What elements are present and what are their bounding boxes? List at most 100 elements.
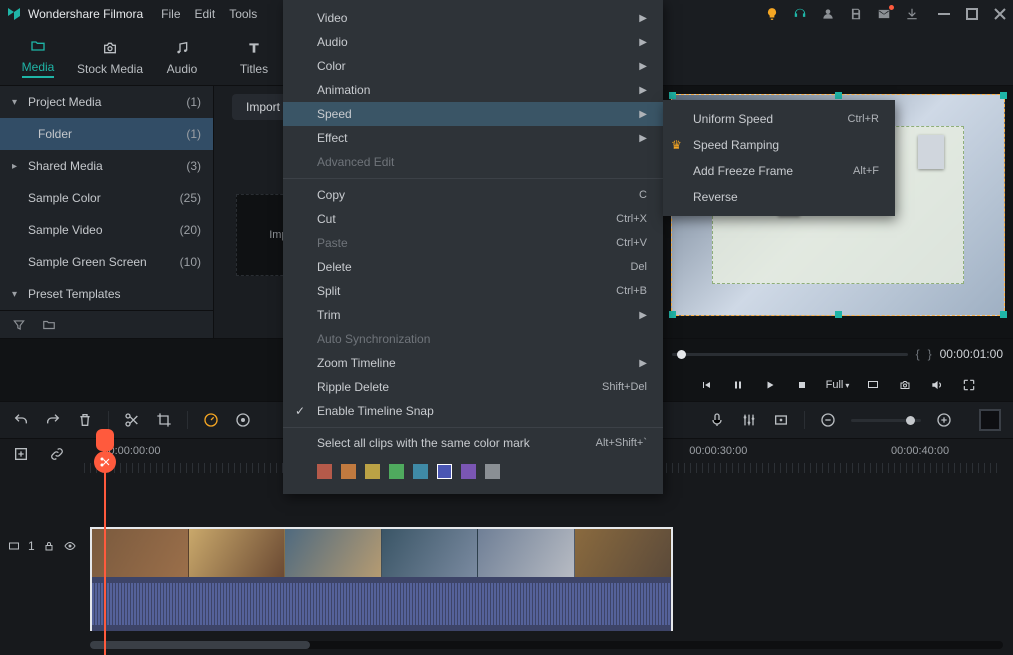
sidebar-item-folder[interactable]: Folder (1) [0,118,213,150]
add-track-button[interactable] [12,445,30,463]
chevron-right-icon: ▶ [639,109,647,120]
marker-button[interactable] [772,411,790,429]
delete-button[interactable] [76,411,94,429]
track-visibility-icon[interactable] [63,540,77,552]
split-button[interactable] [123,411,141,429]
sidebar-item-shared-media[interactable]: ▸ Shared Media (3) [0,150,213,182]
undo-button[interactable] [12,411,30,429]
headphones-icon[interactable] [793,7,807,21]
color-swatch[interactable] [485,464,500,479]
crop-button[interactable] [155,411,173,429]
color-swatch[interactable] [437,464,452,479]
zoom-in-button[interactable] [935,411,953,429]
context-menu-item[interactable]: ✓Enable Timeline Snap [283,399,663,423]
context-menu-item[interactable]: CopyC [283,183,663,207]
menubar-edit[interactable]: Edit [195,7,216,21]
menu-item-label: Enable Timeline Snap [317,404,647,418]
menubar-tools[interactable]: Tools [229,7,257,21]
prev-frame-button[interactable] [698,377,714,393]
color-swatch[interactable] [461,464,476,479]
context-menu-item[interactable]: Audio▶ [283,30,663,54]
resize-handle[interactable] [835,311,842,318]
mail-icon[interactable] [877,7,891,21]
tab-titles[interactable]: Titles [218,38,290,76]
zoom-to-fit-button[interactable] [979,409,1001,431]
playhead-handle[interactable] [96,429,114,451]
submenu-item[interactable]: Uniform SpeedCtrl+R [663,106,895,132]
context-menu-item[interactable]: Effect▶ [283,126,663,150]
menubar-file[interactable]: File [161,7,180,21]
voiceover-button[interactable] [708,411,726,429]
chevron-right-icon: ▶ [639,310,647,321]
speed-button[interactable] [202,411,220,429]
context-menu-item[interactable]: SplitCtrl+B [283,279,663,303]
sidebar-item-sample-green[interactable]: Sample Green Screen (10) [0,246,213,278]
color-swatch[interactable] [389,464,404,479]
context-menu-item[interactable]: DeleteDel [283,255,663,279]
display-mode-button[interactable] [865,377,881,393]
color-swatch[interactable] [365,464,380,479]
color-button[interactable] [234,411,252,429]
tab-audio[interactable]: Audio [146,38,218,76]
submenu-item[interactable]: ♛Speed Ramping [663,132,895,158]
redo-button[interactable] [44,411,62,429]
zoom-slider[interactable] [851,419,921,422]
tab-media[interactable]: Media [2,36,74,78]
resize-handle[interactable] [1000,311,1007,318]
timeline[interactable]: 1 Wondershare Filmora 11 More [0,475,1013,655]
sidebar-item-project-media[interactable]: ▾ Project Media (1) [0,86,213,118]
context-menu-item[interactable]: CutCtrl+X [283,207,663,231]
play-pause-button[interactable] [730,377,746,393]
color-swatch[interactable] [341,464,356,479]
color-swatch[interactable] [413,464,428,479]
snapshot-button[interactable] [897,377,913,393]
submenu-item[interactable]: Add Freeze FrameAlt+F [663,158,895,184]
new-folder-icon[interactable] [42,318,56,332]
sidebar-item-sample-video[interactable]: Sample Video (20) [0,214,213,246]
context-menu-item[interactable]: Zoom Timeline▶ [283,351,663,375]
stop-button[interactable] [794,377,810,393]
save-icon[interactable] [849,7,863,21]
resize-handle[interactable] [669,311,676,318]
sidebar-count: (20) [180,223,201,237]
quality-dropdown[interactable]: Full ▾ [826,379,850,391]
track-lock-icon[interactable] [43,540,55,552]
audio-mixer-button[interactable] [740,411,758,429]
submenu-item[interactable]: Reverse [663,184,895,210]
context-menu-item[interactable]: Animation▶ [283,78,663,102]
fullscreen-button[interactable] [961,377,977,393]
brace-open: { [916,347,920,361]
context-menu-item[interactable]: Speed▶ [283,102,663,126]
sidebar-item-sample-color[interactable]: Sample Color (25) [0,182,213,214]
tab-stock-media[interactable]: Stock Media [74,38,146,76]
menu-item-label: Audio [317,35,631,49]
volume-button[interactable] [929,377,945,393]
resize-handle[interactable] [835,92,842,99]
context-menu-item[interactable]: Video▶ [283,6,663,30]
timeline-scrollbar[interactable] [90,641,1003,649]
context-menu-item[interactable]: Select all clips with the same color mar… [283,432,663,454]
lightbulb-icon[interactable] [765,7,779,21]
play-button[interactable] [762,377,778,393]
resize-handle[interactable] [1000,92,1007,99]
minimize-button[interactable] [937,7,951,21]
preview-seek-slider[interactable] [672,353,908,356]
menu-item-label: Advanced Edit [317,155,647,169]
playhead[interactable] [104,439,106,655]
account-icon[interactable] [821,7,835,21]
download-icon[interactable] [905,7,919,21]
context-menu-item[interactable]: Color▶ [283,54,663,78]
link-button[interactable] [48,445,66,463]
context-menu-item[interactable]: Trim▶ [283,303,663,327]
color-swatch[interactable] [317,464,332,479]
context-menu-item[interactable]: Ripple DeleteShift+Del [283,375,663,399]
filter-icon[interactable] [12,318,26,332]
sidebar-item-preset-templates[interactable]: ▾ Preset Templates [0,278,213,310]
timeline-clip[interactable]: Wondershare Filmora 11 More [90,527,673,631]
menu-item-label: Color [317,59,631,73]
zoom-out-button[interactable] [819,411,837,429]
close-button[interactable] [993,7,1007,21]
playhead-split-button[interactable] [94,451,116,473]
resize-handle[interactable] [669,92,676,99]
maximize-button[interactable] [965,7,979,21]
